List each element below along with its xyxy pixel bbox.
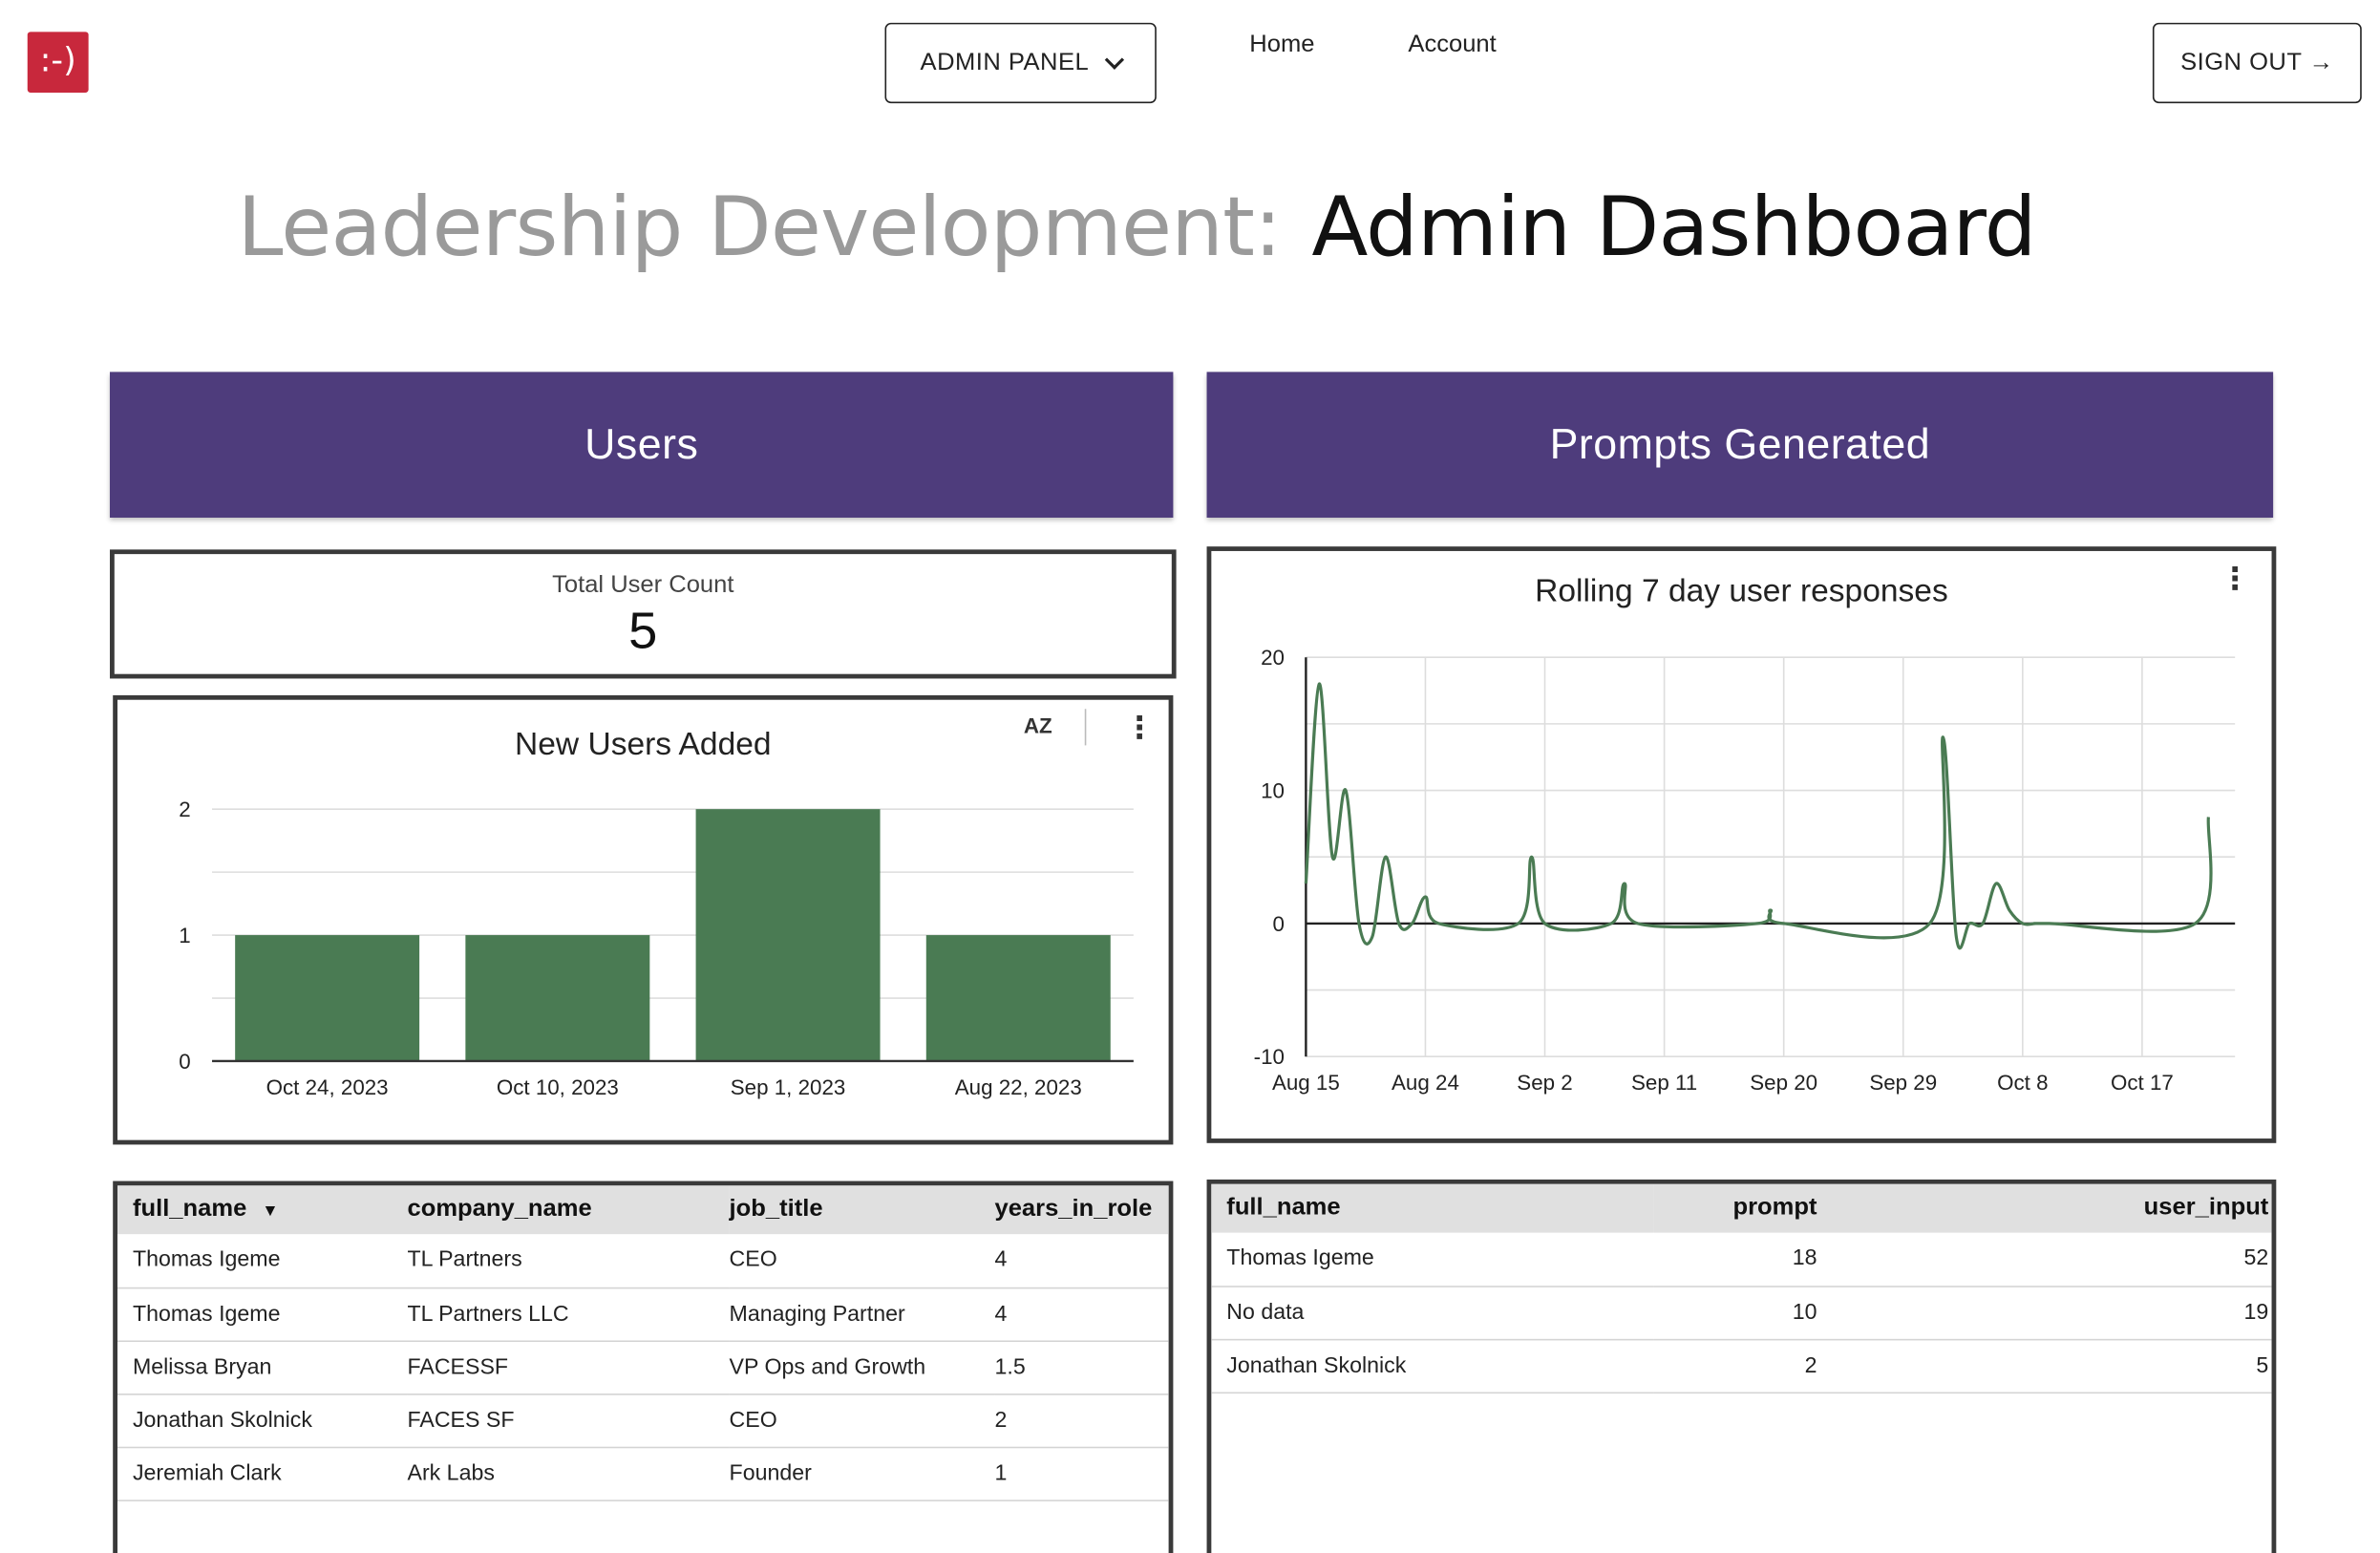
total-user-count-label: Total User Count — [552, 572, 734, 599]
chevron-down-icon — [1104, 49, 1124, 70]
prompts-table: full_name prompt user_input Thomas Igeme… — [1211, 1183, 2272, 1393]
table-cell: Jeremiah Clark — [117, 1446, 408, 1501]
table-cell: 2 — [1653, 1338, 1817, 1393]
table-cell: CEO — [729, 1234, 995, 1288]
x-tick-label: Oct 10, 2023 — [497, 1075, 619, 1099]
column-header-years-in-role[interactable]: years_in_role — [995, 1185, 1169, 1234]
table-cell: VP Ops and Growth — [729, 1340, 995, 1394]
prompts-section-header: Prompts Generated — [1206, 372, 2274, 518]
x-tick-label: Sep 1, 2023 — [731, 1075, 846, 1099]
table-cell: FACESSF — [407, 1340, 730, 1394]
table-cell: CEO — [729, 1393, 995, 1448]
column-header-job-title[interactable]: job_title — [730, 1185, 995, 1234]
x-tick-label: Aug 24 — [1392, 1071, 1459, 1095]
x-tick-label: Oct 24, 2023 — [266, 1075, 389, 1099]
x-tick-label: Sep 20 — [1750, 1071, 1817, 1095]
table-cell: 18 — [1653, 1232, 1817, 1287]
table-cell: 1.5 — [994, 1340, 1169, 1394]
page-title-main: Admin Dashboard — [1311, 179, 2036, 275]
table-row[interactable]: Jonathan Skolnick 2 5 — [1211, 1338, 2272, 1393]
table-cell: 4 — [994, 1287, 1169, 1342]
new-users-chart-card: New Users Added AZ ⋮ 0 1 2 Oct 24, 2023 Oct … — [113, 694, 1174, 1145]
y-tick-label: 0 — [1273, 912, 1285, 936]
page-title: Leadership Development: Admin Dashboard — [0, 180, 2273, 275]
sign-out-label: SIGN OUT → — [2180, 49, 2334, 75]
x-tick-label: Sep 11 — [1631, 1071, 1697, 1095]
x-tick-label: Oct 8 — [1997, 1071, 2048, 1095]
y-tick-label: 1 — [179, 924, 190, 947]
users-table-card: full_name ▼ company_name job_title years_… — [113, 1181, 1174, 1553]
users-section-title: Users — [584, 420, 699, 468]
y-tick-label: 2 — [179, 798, 190, 821]
x-tick-label: Sep 29 — [1869, 1071, 1937, 1095]
table-cell: 19 — [1817, 1286, 2272, 1340]
page-title-prefix: Leadership Development: — [237, 179, 1282, 275]
column-header-prompt[interactable]: prompt — [1654, 1184, 1817, 1233]
y-tick-label: 20 — [1261, 646, 1285, 670]
table-header-row: full_name ▼ company_name job_title years_… — [117, 1185, 1169, 1235]
total-user-count-value: 5 — [628, 602, 658, 661]
bar — [925, 935, 1111, 1061]
table-cell: 4 — [994, 1234, 1169, 1288]
table-row[interactable]: No data 10 19 — [1211, 1286, 2272, 1340]
admin-panel-label: ADMIN PANEL — [920, 49, 1090, 75]
table-header-row: full_name prompt user_input — [1211, 1183, 2272, 1233]
nav-account-link[interactable]: Account — [1408, 32, 1496, 59]
x-tick-label: Aug 15 — [1272, 1071, 1340, 1095]
table-row[interactable]: Thomas Igeme 18 52 — [1211, 1232, 2272, 1287]
prompts-section-title: Prompts Generated — [1549, 420, 1931, 468]
table-cell: 2 — [994, 1393, 1169, 1448]
table-cell: 5 — [1817, 1338, 2272, 1393]
table-row[interactable]: Jeremiah Clark Ark Labs Founder 1 — [117, 1446, 1169, 1501]
table-cell: No data — [1211, 1286, 1654, 1340]
table-cell: Thomas Igeme — [117, 1234, 408, 1288]
table-row[interactable]: Melissa Bryan FACESSF VP Ops and Growth 1.5 — [117, 1340, 1169, 1394]
sign-out-button[interactable]: SIGN OUT → — [2152, 22, 2362, 104]
column-header-full-name[interactable]: full_name — [1211, 1184, 1653, 1233]
table-cell: Melissa Bryan — [117, 1340, 408, 1394]
table-row[interactable]: Thomas Igeme TL Partners CEO 4 — [117, 1234, 1169, 1288]
table-row[interactable]: Thomas Igeme TL Partners LLC Managing Part… — [117, 1287, 1169, 1342]
table-cell: TL Partners — [407, 1234, 730, 1288]
users-table: full_name ▼ company_name job_title years_… — [117, 1185, 1169, 1501]
x-tick-label: Oct 17 — [2111, 1071, 2174, 1095]
table-row[interactable]: Jonathan Skolnick FACES SF CEO 2 — [117, 1393, 1169, 1448]
prompts-table-card: full_name prompt user_input Thomas Igeme… — [1206, 1179, 2277, 1553]
x-tick-label: Sep 2 — [1517, 1071, 1572, 1095]
bar — [465, 935, 650, 1061]
x-tick-label: Aug 22, 2023 — [955, 1075, 1082, 1099]
users-section-header: Users — [110, 372, 1174, 518]
table-cell: 52 — [1817, 1232, 2272, 1287]
column-header-user-input[interactable]: user_input — [1817, 1184, 2272, 1233]
app-logo[interactable]: :-) — [27, 32, 89, 93]
table-cell: Managing Partner — [729, 1287, 995, 1342]
table-cell: Jonathan Skolnick — [117, 1393, 408, 1448]
table-cell: Thomas Igeme — [1211, 1232, 1654, 1287]
bar — [235, 935, 420, 1061]
admin-panel-dropdown[interactable]: ADMIN PANEL — [884, 22, 1157, 104]
table-cell: Ark Labs — [407, 1446, 730, 1501]
column-header-label: full_name — [132, 1196, 247, 1223]
y-tick-label: 10 — [1261, 779, 1285, 803]
nav-home-link[interactable]: Home — [1249, 32, 1314, 59]
table-cell: Thomas Igeme — [117, 1287, 408, 1342]
table-cell: FACES SF — [407, 1393, 730, 1448]
y-tick-label: 0 — [179, 1050, 190, 1074]
bar — [695, 809, 881, 1061]
table-cell: 10 — [1653, 1286, 1817, 1340]
table-cell: Founder — [729, 1446, 995, 1501]
column-header-company-name[interactable]: company_name — [408, 1185, 730, 1234]
table-cell: Jonathan Skolnick — [1211, 1338, 1654, 1393]
responses-line-chart: Aug 15 Aug 24 Sep 2 Sep 11 Sep 20 Sep 29 Oct 8… — [1254, 646, 2236, 1095]
column-header-full-name[interactable]: full_name ▼ — [117, 1185, 408, 1234]
table-cell: TL Partners LLC — [407, 1287, 730, 1342]
total-user-count-card: Total User Count 5 — [110, 549, 1177, 679]
new-users-bar-chart: 0 1 2 Oct 24, 2023 Oct 10, 2023 Sep 1, 2023 Au… — [179, 798, 1134, 1099]
y-tick-label: -10 — [1254, 1045, 1285, 1069]
sort-desc-icon: ▼ — [262, 1202, 279, 1221]
responses-chart-card: Rolling 7 day user responses ⋮ Aug 15 Aug… — [1206, 546, 2277, 1143]
table-cell: 1 — [994, 1446, 1169, 1501]
